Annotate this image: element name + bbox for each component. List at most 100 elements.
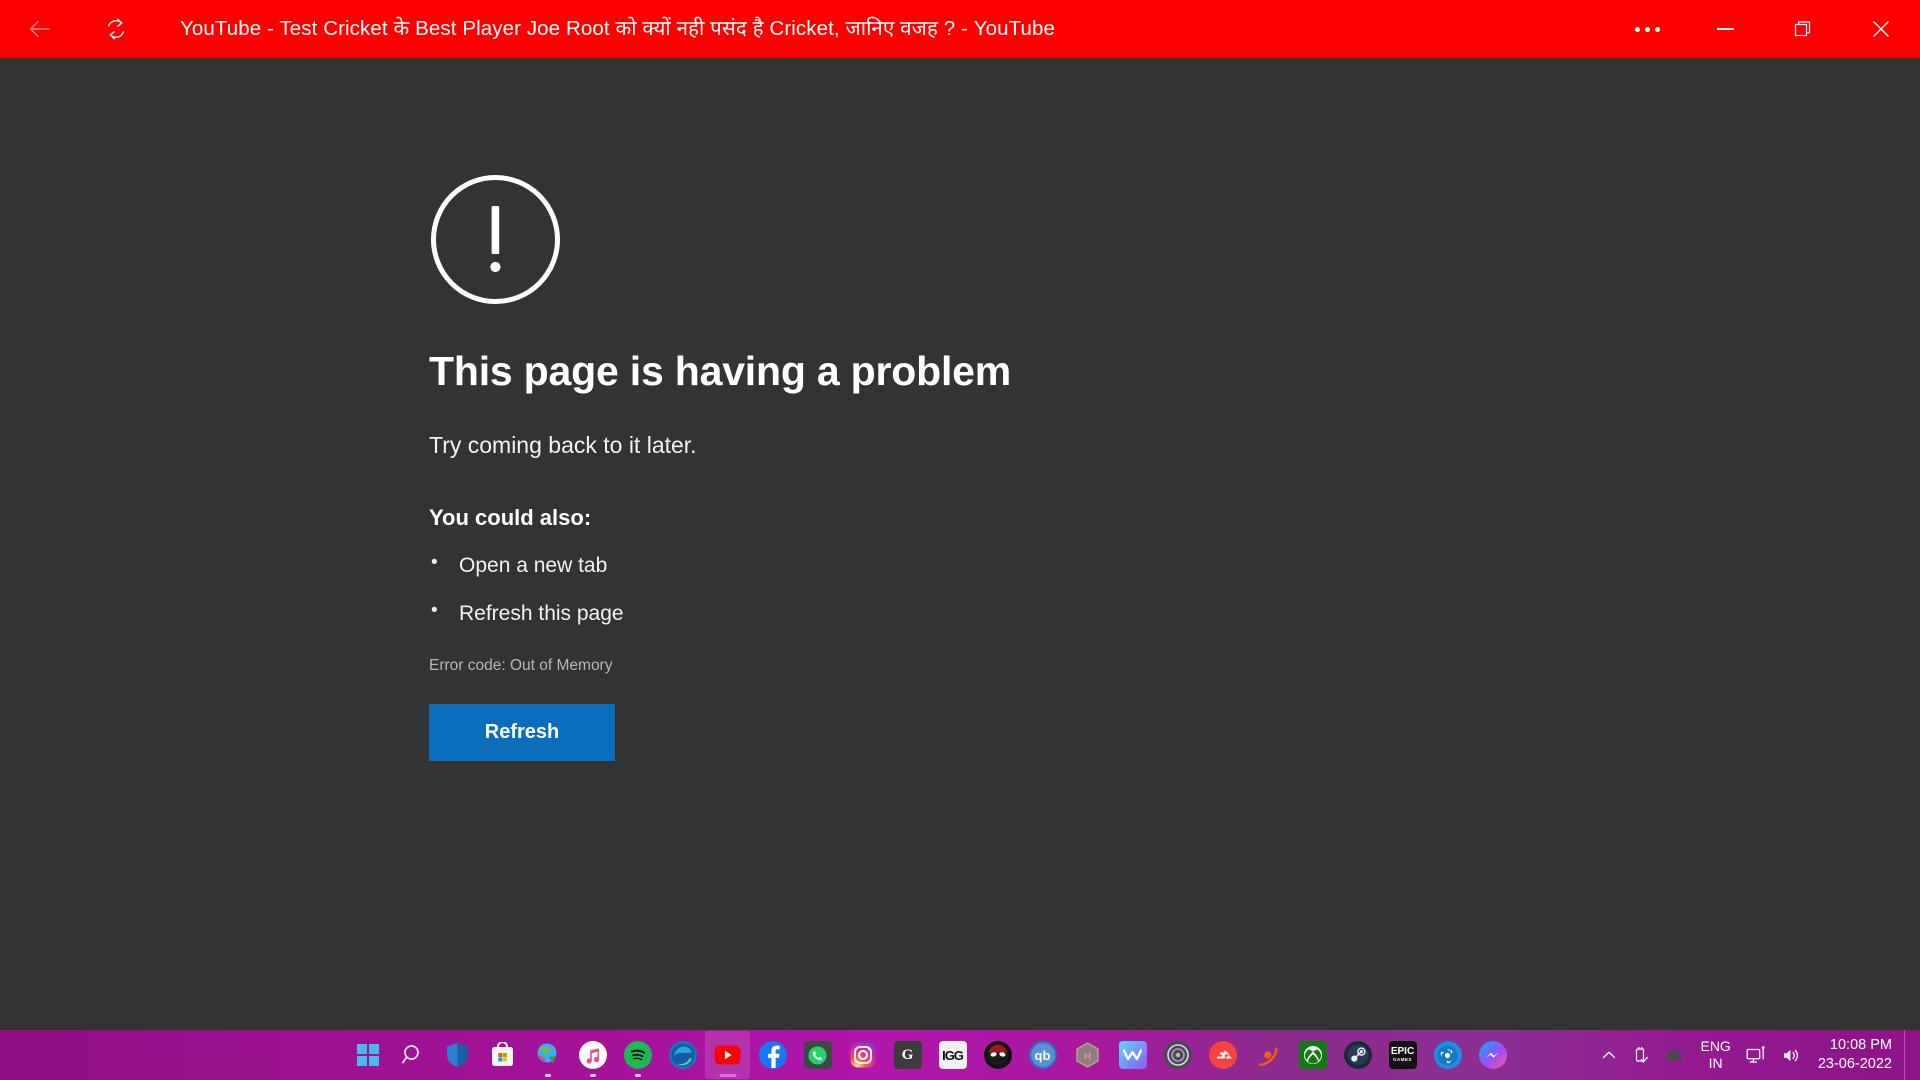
- onedrive-button[interactable]: [1657, 1030, 1692, 1080]
- globe-down-icon: [534, 1041, 562, 1069]
- exclamation-circle-icon: [431, 175, 560, 304]
- ubisoft-icon: [1163, 1041, 1192, 1069]
- minimize-icon: [1716, 28, 1734, 30]
- shield-icon: [444, 1041, 472, 1069]
- windows-logo-icon: [354, 1041, 382, 1069]
- taskbar-item-microsoft-edge[interactable]: [660, 1031, 705, 1079]
- steam-icon: [1343, 1041, 1372, 1069]
- clock[interactable]: 10:08 PM 23-06-2022: [1808, 1030, 1904, 1080]
- deadpool-mask-icon: [983, 1041, 1012, 1069]
- taskbar-item-hexagon-app[interactable]: H: [1065, 1031, 1110, 1079]
- epic-games-icon: EPIC GAMES: [1388, 1041, 1417, 1069]
- back-arrow-icon: [30, 20, 50, 38]
- maximize-button[interactable]: [1764, 0, 1842, 58]
- refresh-button[interactable]: [90, 3, 142, 55]
- store-bag-icon: [489, 1041, 517, 1069]
- language-line-1: ENG: [1700, 1038, 1731, 1054]
- taskbar-item-microsoft-store[interactable]: [480, 1031, 525, 1079]
- facebook-icon: [758, 1041, 787, 1069]
- taskbar-item-igg-games[interactable]: IGG: [930, 1031, 975, 1079]
- igg-icon: IGG: [938, 1041, 967, 1069]
- running-indicator: [719, 1074, 736, 1077]
- taskbar-item-spotify[interactable]: [615, 1031, 660, 1079]
- taskbar-item-whatsapp[interactable]: [795, 1031, 840, 1079]
- taskbar-item-origin[interactable]: [1245, 1031, 1290, 1079]
- taskbar-item-w-app[interactable]: [1110, 1031, 1155, 1079]
- taskbar-item-messenger[interactable]: [1470, 1031, 1515, 1079]
- taskbar-item-itunes[interactable]: [570, 1031, 615, 1079]
- error-page: This page is having a problem Try coming…: [429, 173, 1429, 761]
- edge-icon: [668, 1041, 697, 1069]
- window-title: YouTube - Test Cricket के Best Player Jo…: [180, 17, 1056, 40]
- search-icon: [399, 1041, 427, 1069]
- page-content-area: This page is having a problem Try coming…: [0, 58, 1920, 1030]
- taskbar-item-windows-security[interactable]: [435, 1031, 480, 1079]
- error-heading: This page is having a problem: [429, 348, 1011, 394]
- cloud-icon: [1665, 1049, 1683, 1061]
- minimize-button[interactable]: [1686, 0, 1764, 58]
- system-tray: ENG IN 10:08 PM 23-06-2022: [1594, 1030, 1920, 1080]
- svg-text:H: H: [1084, 1052, 1091, 1063]
- back-button[interactable]: [14, 3, 66, 55]
- taskbar-item-steam[interactable]: [1335, 1031, 1380, 1079]
- running-indicator: [544, 1074, 551, 1077]
- refresh-icon: [108, 18, 124, 40]
- taskbar-item-ea-app[interactable]: [1200, 1031, 1245, 1079]
- taskbar-item-qbittorrent[interactable]: qb: [1020, 1031, 1065, 1079]
- desktop-root: YouTube - Test Cricket के Best Player Jo…: [0, 0, 1920, 1080]
- ea-icon: [1208, 1041, 1237, 1069]
- list-item: Open a new tab: [429, 551, 1429, 579]
- messenger-icon: [1478, 1041, 1507, 1069]
- taskbar-item-internet-download-manager[interactable]: [525, 1031, 570, 1079]
- origin-icon: [1254, 1041, 1282, 1069]
- refresh-page-button[interactable]: Refresh: [429, 703, 615, 761]
- taskbar-item-facebook[interactable]: [750, 1031, 795, 1079]
- usb-icon: [1636, 1046, 1649, 1063]
- taskbar-item-youtube[interactable]: [705, 1031, 750, 1079]
- youtube-icon: [714, 1041, 742, 1069]
- taskbar-item-search[interactable]: [390, 1031, 435, 1079]
- usb-eject-button[interactable]: [1624, 1030, 1657, 1080]
- network-monitor-icon: [1746, 1045, 1765, 1063]
- clock-time: 10:08 PM: [1829, 1037, 1892, 1053]
- taskbar-item-epic-games[interactable]: EPIC GAMES: [1380, 1031, 1425, 1079]
- window-controls: [1608, 0, 1920, 58]
- battlenet-icon: [1433, 1041, 1462, 1069]
- error-code: Error code: Out of Memory: [429, 656, 613, 674]
- error-icon-wrap: [429, 173, 1429, 311]
- language-indicator[interactable]: ENG IN: [1692, 1030, 1738, 1080]
- language-line-2: IN: [1708, 1055, 1723, 1071]
- restore-icon: [1794, 21, 1811, 37]
- google-g-icon: G: [893, 1041, 922, 1069]
- taskbar-item-ubisoft-connect[interactable]: [1155, 1031, 1200, 1079]
- network-button[interactable]: [1739, 1030, 1774, 1080]
- xbox-icon: [1298, 1041, 1327, 1069]
- taskbar-item-deadpool-app[interactable]: [975, 1031, 1020, 1079]
- suggestions-list: Open a new tab Refresh this page: [429, 551, 1429, 627]
- chevron-up-icon: [1603, 1051, 1616, 1059]
- whatsapp-icon: [803, 1041, 832, 1069]
- taskbar-item-battle-net[interactable]: [1425, 1031, 1470, 1079]
- close-icon: [1873, 21, 1889, 37]
- show-desktop-button[interactable]: [1904, 1030, 1912, 1080]
- more-options-button[interactable]: [1608, 0, 1686, 58]
- ellipsis-icon: [1634, 26, 1660, 32]
- running-indicator: [589, 1074, 596, 1077]
- taskbar-item-xbox[interactable]: [1290, 1031, 1335, 1079]
- error-subtext: Try coming back to it later.: [429, 432, 697, 459]
- music-note-icon: [578, 1041, 607, 1069]
- taskbar-item-start[interactable]: [345, 1031, 390, 1079]
- taskbar-app-icons: G IGG qb H EPIC GAMES: [345, 1030, 1594, 1080]
- window-titlebar: YouTube - Test Cricket के Best Player Jo…: [0, 0, 1920, 58]
- taskbar-item-google[interactable]: G: [885, 1031, 930, 1079]
- show-hidden-icons-button[interactable]: [1594, 1030, 1624, 1080]
- suggestions-heading: You could also:: [429, 505, 592, 531]
- clock-date: 23-06-2022: [1817, 1056, 1892, 1072]
- instagram-icon: [849, 1041, 877, 1069]
- volume-button[interactable]: [1774, 1030, 1808, 1080]
- close-button[interactable]: [1842, 0, 1920, 58]
- taskbar-item-instagram[interactable]: [840, 1031, 885, 1079]
- volume-icon: [1783, 1049, 1798, 1061]
- list-item: Refresh this page: [429, 599, 1429, 627]
- qbittorrent-icon: qb: [1028, 1041, 1057, 1069]
